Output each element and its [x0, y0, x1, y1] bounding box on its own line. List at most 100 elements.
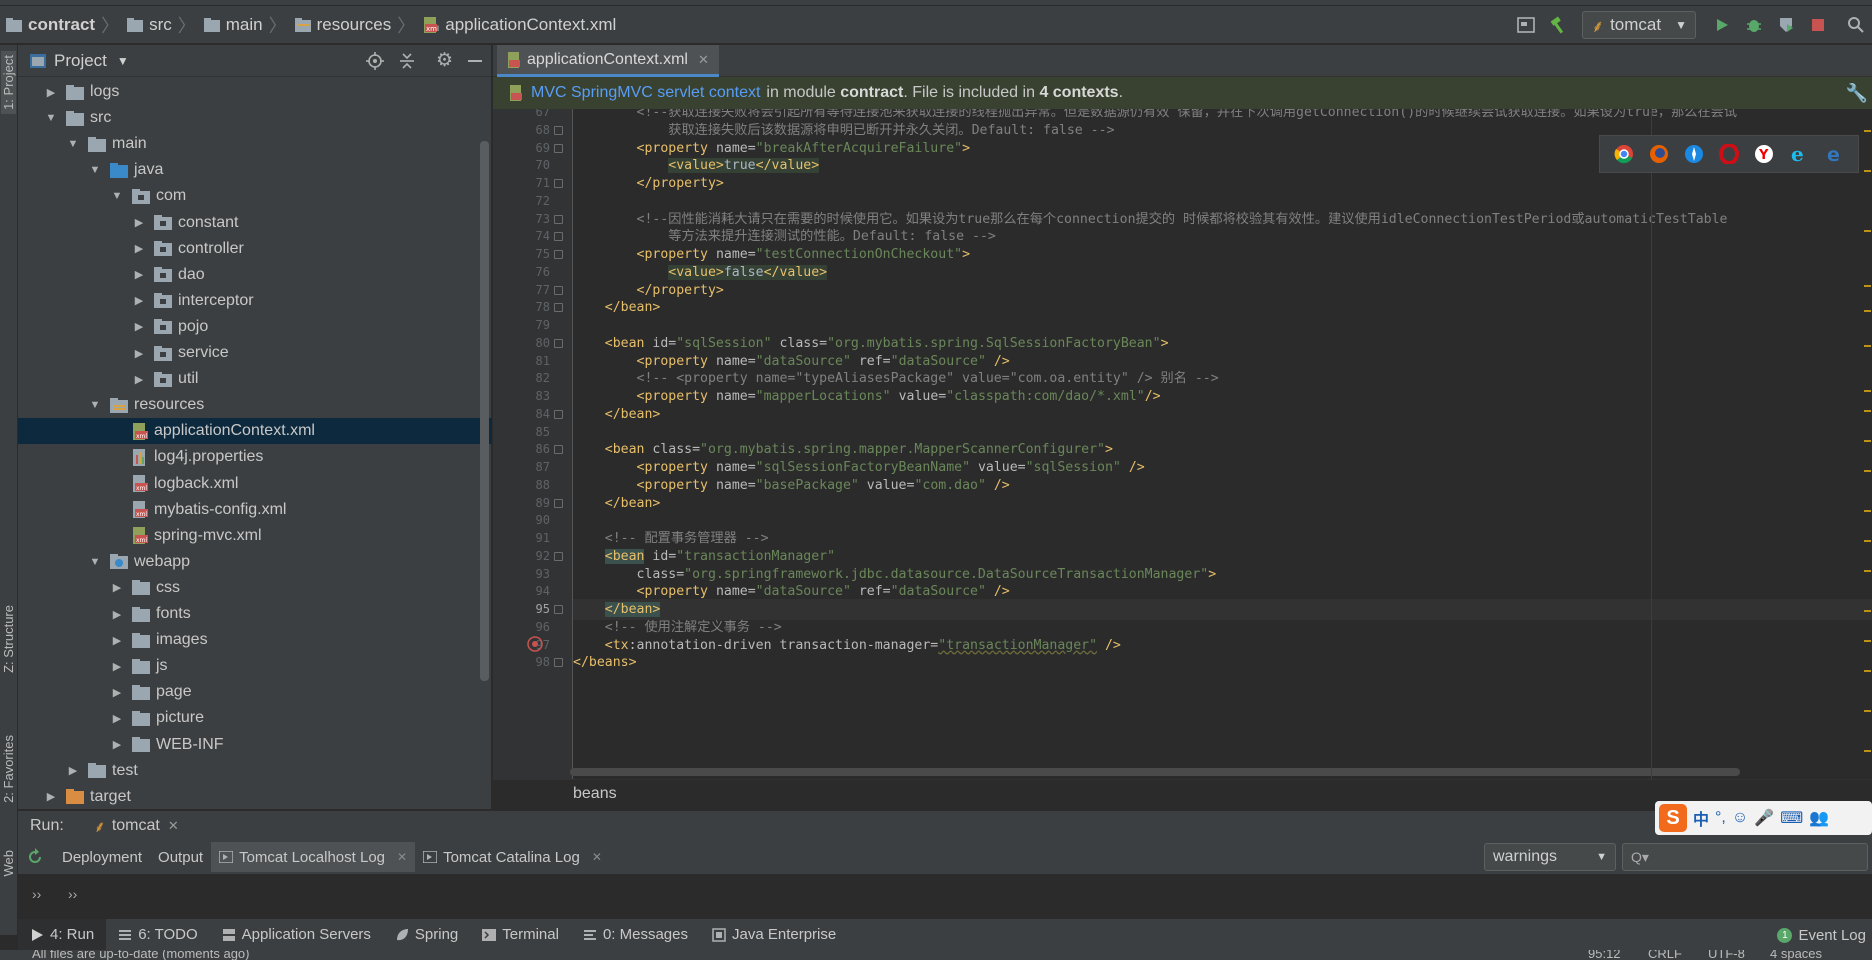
line-number[interactable]: 75 — [510, 247, 550, 261]
collapsed-arrow-icon[interactable]: ▶ — [110, 712, 124, 725]
expanded-arrow-icon[interactable]: ▼ — [110, 190, 124, 202]
code-line[interactable]: </bean> — [573, 404, 661, 425]
run-configuration-select[interactable]: ⸙ tomcat ▼ — [1582, 11, 1696, 39]
warning-marker[interactable] — [1864, 285, 1871, 287]
tab-tomcat-localhost-log[interactable]: Tomcat Localhost Log ✕ — [211, 842, 416, 872]
tree-item[interactable]: ▶ dao — [18, 262, 492, 288]
line-number[interactable]: 73 — [510, 212, 550, 226]
run-icon[interactable] — [1708, 11, 1736, 39]
chrome-icon[interactable] — [1614, 144, 1634, 164]
internet-explorer-icon[interactable]: e — [1789, 144, 1809, 164]
fold-marker-icon[interactable] — [554, 214, 563, 224]
collapsed-arrow-icon[interactable]: ▶ — [132, 347, 146, 360]
code-line[interactable]: <tx:annotation-driven transaction-manage… — [573, 635, 1121, 656]
emoji-icon[interactable]: ☺ — [1732, 809, 1748, 827]
caret-position[interactable]: 95:12 — [1588, 950, 1621, 960]
toolwindow-run[interactable]: 4: Run — [18, 918, 107, 951]
favorites-tool-button[interactable]: 2: Favorites — [1, 735, 16, 803]
tree-item[interactable]: ▼ resources — [18, 392, 492, 418]
tree-item[interactable]: ▶ target — [18, 784, 492, 809]
horizontal-scrollbar[interactable] — [570, 768, 1740, 776]
code-area[interactable]: <!--获取连接失败将会引起所有等待连接池来获取连接的线程抛出异常。但是数据源仍… — [573, 109, 1872, 779]
tree-item[interactable]: ▶ images — [18, 627, 492, 653]
tree-item[interactable]: ▶ controller — [18, 236, 492, 262]
stop-icon[interactable] — [1804, 11, 1832, 39]
tab-applicationcontext-xml[interactable]: applicationContext.xml ✕ — [497, 45, 719, 77]
event-log-button[interactable]: 1 Event Log — [1777, 919, 1866, 951]
file-encoding[interactable]: UTF-8 — [1708, 950, 1745, 960]
line-number[interactable]: 68 — [510, 123, 550, 137]
line-number[interactable]: 70 — [510, 158, 550, 172]
line-number[interactable]: 85 — [510, 425, 550, 439]
log-search-input[interactable]: Q▾ — [1622, 843, 1868, 871]
indent-setting[interactable]: 4 spaces — [1770, 950, 1822, 960]
line-number[interactable]: 83 — [510, 389, 550, 403]
breadcrumb-main[interactable]: main — [198, 6, 267, 44]
collapsed-arrow-icon[interactable]: ▶ — [132, 320, 146, 333]
breadcrumb-src[interactable]: src — [121, 6, 176, 44]
close-tab-icon[interactable]: ✕ — [397, 850, 407, 864]
collapse-all-icon[interactable] — [398, 52, 416, 70]
line-number[interactable]: 74 — [510, 229, 550, 243]
collapsed-arrow-icon[interactable]: ▶ — [132, 294, 146, 307]
collapsed-arrow-icon[interactable]: ▶ — [110, 660, 124, 673]
line-number[interactable]: 86 — [510, 442, 550, 456]
expand-icon[interactable]: ›› — [32, 886, 41, 902]
fold-marker-icon[interactable] — [554, 143, 563, 153]
tree-item[interactable]: ▼ src — [18, 105, 492, 131]
expanded-arrow-icon[interactable]: ▼ — [88, 164, 102, 176]
spring-context-link[interactable]: MVC SpringMVC servlet context — [531, 84, 760, 102]
tree-item[interactable]: ▶ WEB-INF — [18, 732, 492, 758]
tree-item[interactable]: ▼ java — [18, 157, 492, 183]
tree-item[interactable]: ▶ pojo — [18, 314, 492, 340]
toolwindow-todo[interactable]: 6: TODO — [106, 919, 209, 951]
run-tab-tomcat[interactable]: ⸙ tomcat ✕ — [94, 815, 179, 837]
xml-breadcrumb-beans[interactable]: beans — [573, 785, 617, 802]
close-tab-icon[interactable]: ✕ — [168, 818, 179, 834]
tab-tomcat-catalina-log[interactable]: Tomcat Catalina Log ✕ — [415, 842, 610, 872]
error-stripe[interactable] — [1862, 110, 1872, 770]
firefox-icon[interactable] — [1649, 144, 1669, 164]
warning-marker[interactable] — [1864, 570, 1871, 572]
close-tab-icon[interactable]: ✕ — [592, 850, 602, 864]
safari-icon[interactable] — [1684, 144, 1704, 164]
code-line[interactable]: <property name="mapperLocations" value="… — [573, 386, 1161, 407]
tree-item[interactable]: ▶ picture — [18, 705, 492, 731]
fold-marker-icon[interactable] — [554, 250, 563, 259]
line-number[interactable]: 79 — [510, 318, 550, 332]
collapsed-arrow-icon[interactable]: ▶ — [110, 738, 124, 751]
microphone-icon[interactable]: 🎤 — [1754, 808, 1774, 828]
build-hammer-icon[interactable] — [1544, 11, 1572, 39]
code-line[interactable]: </property> — [573, 173, 724, 194]
line-number[interactable]: 69 — [510, 141, 550, 155]
fold-marker-icon[interactable] — [554, 445, 563, 455]
fold-marker-icon[interactable] — [554, 232, 563, 242]
ime-language-toggle[interactable]: 中 — [1693, 806, 1709, 830]
toolwindow-messages[interactable]: 0: Messages — [571, 919, 700, 951]
warning-marker[interactable] — [1864, 170, 1871, 172]
spring-bean-gutter-icon[interactable] — [527, 635, 543, 652]
debug-icon[interactable] — [1740, 11, 1768, 39]
close-tab-icon[interactable]: ✕ — [698, 52, 709, 68]
tree-item[interactable]: ▶ constant — [18, 210, 492, 236]
fold-marker-icon[interactable] — [554, 338, 563, 348]
tab-deployment[interactable]: Deployment — [54, 842, 150, 872]
fold-marker-icon[interactable] — [554, 285, 563, 295]
toolwindow-server[interactable]: Application Servers — [210, 919, 383, 951]
line-number[interactable]: 90 — [510, 513, 550, 527]
fold-marker-icon[interactable] — [554, 605, 563, 614]
line-number[interactable]: 78 — [510, 300, 550, 314]
warning-marker[interactable] — [1864, 670, 1871, 672]
collapsed-arrow-icon[interactable]: ▶ — [132, 216, 146, 229]
collapsed-arrow-icon[interactable]: ▶ — [44, 790, 58, 803]
warning-marker[interactable] — [1864, 410, 1871, 412]
hide-panel-icon[interactable] — [467, 52, 483, 70]
expanded-arrow-icon[interactable]: ▼ — [88, 556, 102, 568]
web-tool-button[interactable]: Web — [1, 850, 16, 877]
warning-marker[interactable] — [1864, 610, 1871, 612]
warning-marker[interactable] — [1864, 540, 1871, 542]
tree-item[interactable]: ▼ main — [18, 131, 492, 157]
line-number[interactable]: 88 — [510, 478, 550, 492]
line-number[interactable]: 94 — [510, 584, 550, 598]
tree-item[interactable]: log4j.properties — [18, 444, 492, 470]
